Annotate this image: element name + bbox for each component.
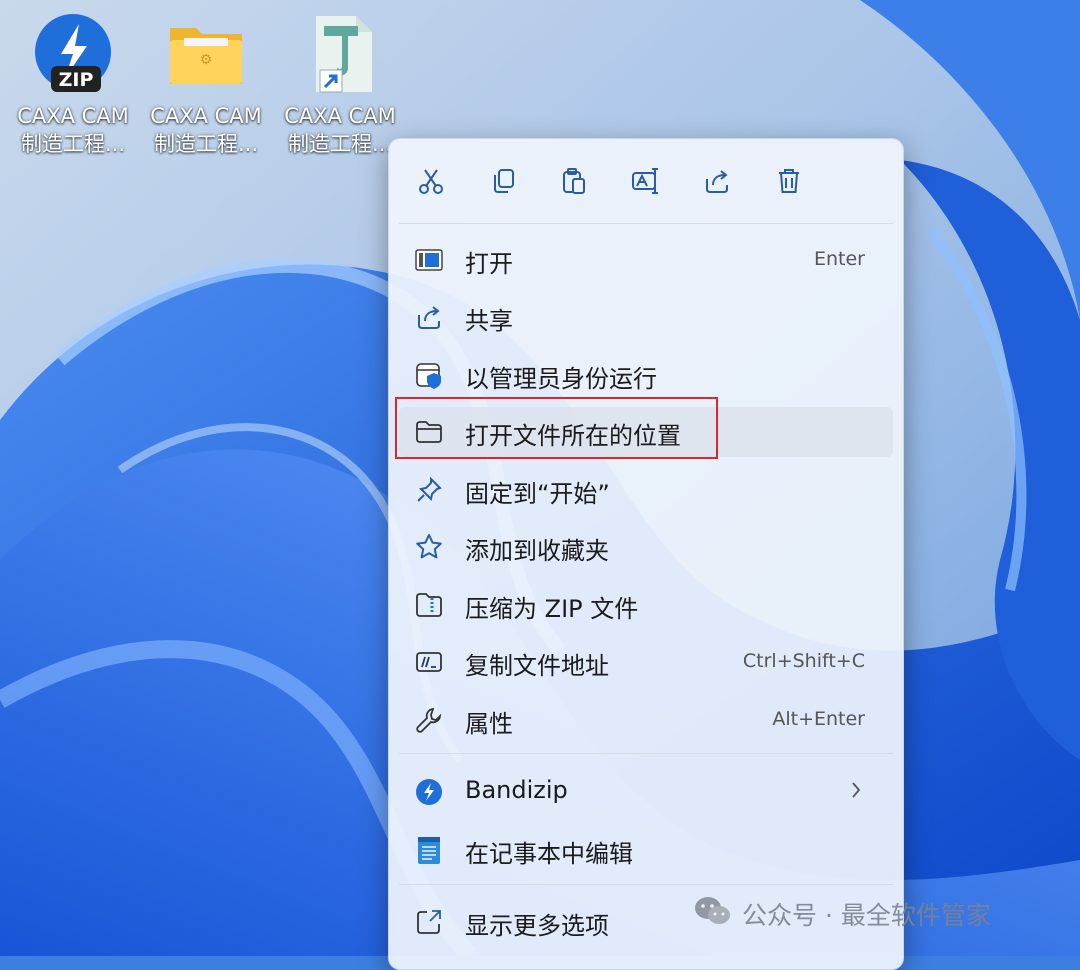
trash-icon [775,167,803,199]
desktop-icon-zip[interactable]: ZIP CAXA CAM 制造工程... [6,12,140,158]
menu-item-label: 显示更多选项 [465,912,609,940]
svg-text:⚙: ⚙ [200,52,213,68]
notepad-icon [415,836,443,864]
menu-item-bandizip[interactable]: Bandizip [399,767,893,817]
share-button[interactable] [697,163,737,203]
menu-separator [399,884,893,885]
cut-button[interactable] [411,163,451,203]
desktop-icon-shortcut[interactable]: CAXA CAM 制造工程... [273,12,407,158]
menu-item-properties[interactable]: 属性 Alt+Enter [399,695,893,745]
watermark: 公众号 · 最全软件管家 [694,892,991,936]
menu-item-label: 属性 [465,710,513,738]
menu-item-label: 复制文件地址 [465,652,609,680]
folder-icon: ⚙ [164,12,248,96]
wechat-icon [694,895,732,933]
bandizip-icon [415,778,443,806]
menu-item-label: 添加到收藏夹 [465,537,609,565]
context-menu: 打开 Enter 共享 以管理员身份运行 打开文件所在的位置 固定到“开始” 添… [388,138,904,970]
highlight-annotation-box [395,397,718,459]
menu-item-label: 在记事本中编辑 [465,840,633,868]
copy-button[interactable] [483,163,523,203]
scissors-icon [417,167,445,199]
menu-item-label: 以管理员身份运行 [465,365,657,393]
menu-item-pin-to-start[interactable]: 固定到“开始” [399,465,893,515]
star-icon [415,533,443,561]
zip-folder-icon [415,591,443,619]
menu-item-edit-in-notepad[interactable]: 在记事本中编辑 [399,825,893,875]
desktop-icon-label: CAXA CAM 制造工程... [17,104,129,156]
pin-icon [415,476,443,504]
context-menu-toolbar [389,139,903,225]
menu-item-label: 固定到“开始” [465,480,610,508]
rename-button[interactable] [626,163,666,203]
desktop-icon-label: CAXA CAM 制造工程... [284,104,396,156]
delete-button[interactable] [769,163,809,203]
chevron-right-icon [849,779,863,805]
menu-item-compress-zip[interactable]: 压缩为 ZIP 文件 [399,580,893,630]
desktop-icon-folder[interactable]: ⚙ CAXA CAM 制造工程... [139,12,273,158]
shortcut-label: Enter [814,248,865,270]
share-icon [415,303,443,331]
share-icon [703,167,731,199]
rename-icon [631,167,661,199]
menu-item-label: 共享 [465,307,513,335]
clipboard-icon [560,167,588,199]
copy-icon [489,167,517,199]
shortcut-label: Ctrl+Shift+C [742,650,865,672]
caxa-cam-shortcut-icon [298,12,382,96]
menu-item-label: 打开 [465,250,513,278]
admin-shield-icon [415,361,443,389]
menu-item-label: 压缩为 ZIP 文件 [465,595,639,623]
shortcut-label: Alt+Enter [772,708,865,730]
zip-badge: ZIP [59,69,94,91]
menu-item-share[interactable]: 共享 [399,292,893,342]
expand-window-icon [415,908,443,936]
desktop-icon-label: CAXA CAM 制造工程... [150,104,262,156]
menu-item-copy-path[interactable]: 复制文件地址 Ctrl+Shift+C [399,637,893,687]
wrench-icon [415,706,443,734]
copy-path-icon [415,648,443,676]
menu-item-label: Bandizip [465,776,568,804]
menu-separator [399,223,893,224]
menu-item-open[interactable]: 打开 Enter [399,235,893,285]
watermark-text: 公众号 · 最全软件管家 [742,901,991,930]
menu-item-run-as-admin[interactable]: 以管理员身份运行 [399,350,893,400]
bandizip-archive-icon: ZIP [31,12,115,96]
app-window-icon [415,246,443,274]
paste-button[interactable] [554,163,594,203]
menu-separator [399,753,893,754]
menu-item-add-to-favorites[interactable]: 添加到收藏夹 [399,522,893,572]
